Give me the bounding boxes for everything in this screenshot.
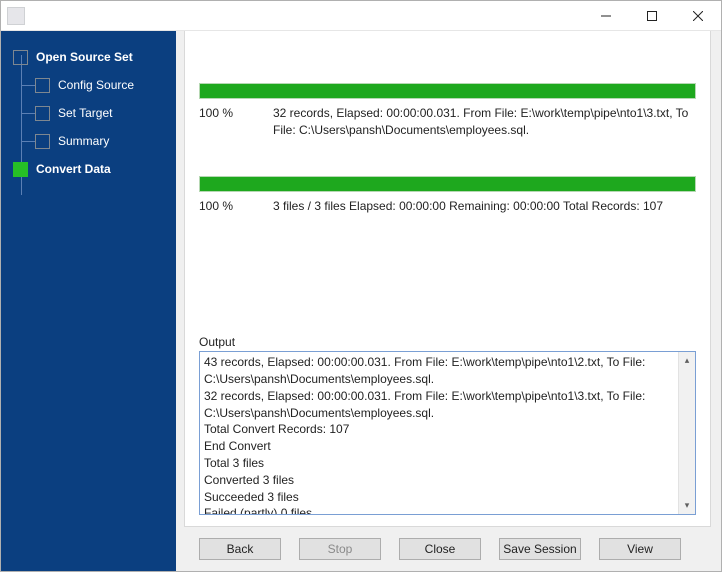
step-tree: Open Source Set Config Source Set Target… — [7, 43, 168, 183]
step-box-icon — [35, 134, 50, 149]
output-line: Total Convert Records: 107 — [204, 421, 674, 438]
output-line: 32 records, Elapsed: 00:00:00.031. From … — [204, 388, 674, 422]
wizard-sidebar: Open Source Set Config Source Set Target… — [1, 31, 176, 571]
output-box: 43 records, Elapsed: 00:00:00.031. From … — [199, 351, 696, 515]
view-button[interactable]: View — [599, 538, 681, 560]
button-row: Back Stop Close Save Session View — [184, 527, 711, 571]
window: Open Source Set Config Source Set Target… — [0, 0, 722, 572]
step-config-source[interactable]: Config Source — [7, 71, 168, 99]
titlebar — [1, 1, 721, 31]
file-progress-percent: 100 % — [199, 105, 273, 140]
step-summary[interactable]: Summary — [7, 127, 168, 155]
step-set-target[interactable]: Set Target — [7, 99, 168, 127]
file-progress-bar — [199, 83, 696, 99]
step-box-icon — [35, 78, 50, 93]
body: Open Source Set Config Source Set Target… — [1, 31, 721, 571]
scroll-down-icon[interactable]: ▾ — [679, 497, 695, 514]
step-label: Convert Data — [36, 162, 111, 176]
file-progress-row: 100 % 32 records, Elapsed: 00:00:00.031.… — [199, 99, 696, 140]
minimize-button[interactable] — [583, 1, 629, 30]
output-line: Failed (partly) 0 files — [204, 505, 674, 514]
step-convert-data[interactable]: Convert Data — [7, 155, 168, 183]
step-label: Summary — [58, 134, 109, 148]
output-label: Output — [199, 335, 696, 349]
output-line: Succeeded 3 files — [204, 489, 674, 506]
step-label: Config Source — [58, 78, 134, 92]
step-box-icon — [13, 50, 28, 65]
overall-progress-bar — [199, 176, 696, 192]
close-window-button[interactable] — [675, 1, 721, 30]
window-controls — [583, 1, 721, 30]
output-scrollbar[interactable]: ▴ ▾ — [678, 352, 695, 514]
save-session-button[interactable]: Save Session — [499, 538, 581, 560]
scroll-up-icon[interactable]: ▴ — [679, 352, 695, 369]
output-line: 43 records, Elapsed: 00:00:00.031. From … — [204, 354, 674, 388]
overall-progress-text: 3 files / 3 files Elapsed: 00:00:00 Rema… — [273, 198, 696, 215]
output-line: Converted 3 files — [204, 472, 674, 489]
overall-progress-row: 100 % 3 files / 3 files Elapsed: 00:00:0… — [199, 192, 696, 215]
main-panel: 100 % 32 records, Elapsed: 00:00:00.031.… — [176, 31, 721, 571]
step-label: Open Source Set — [36, 50, 133, 64]
step-box-icon — [13, 162, 28, 177]
step-open-source-set[interactable]: Open Source Set — [7, 43, 168, 71]
overall-progress-percent: 100 % — [199, 198, 273, 215]
step-box-icon — [35, 106, 50, 121]
back-button[interactable]: Back — [199, 538, 281, 560]
maximize-button[interactable] — [629, 1, 675, 30]
output-line: Total 3 files — [204, 455, 674, 472]
output-textarea[interactable]: 43 records, Elapsed: 00:00:00.031. From … — [200, 352, 678, 514]
stop-button[interactable]: Stop — [299, 538, 381, 560]
tree-connector-horizontal — [21, 141, 35, 142]
content-area: 100 % 32 records, Elapsed: 00:00:00.031.… — [184, 31, 711, 527]
tree-connector-horizontal — [21, 85, 35, 86]
file-progress-text: 32 records, Elapsed: 00:00:00.031. From … — [273, 105, 696, 140]
output-line: End Convert — [204, 438, 674, 455]
close-button[interactable]: Close — [399, 538, 481, 560]
app-icon — [7, 7, 25, 25]
step-label: Set Target — [58, 106, 112, 120]
tree-connector-horizontal — [21, 113, 35, 114]
